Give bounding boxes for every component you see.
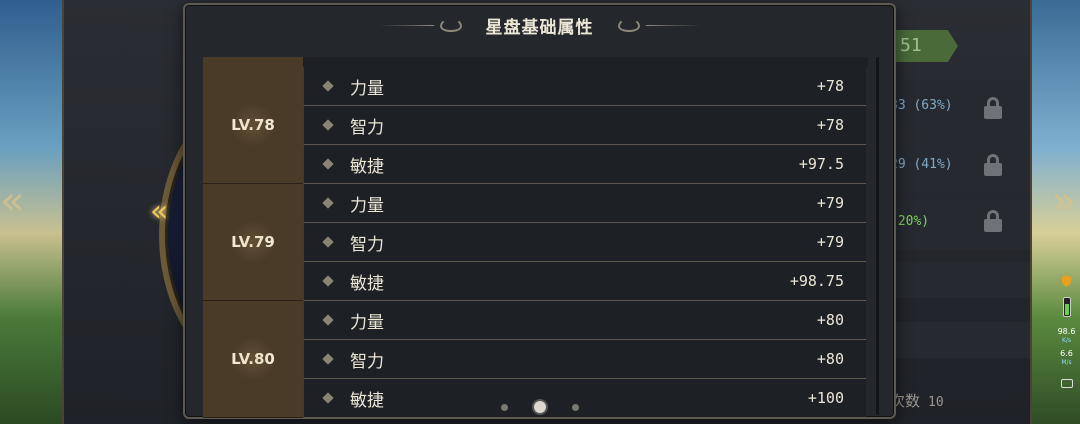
attribute-row: 力量 +78 xyxy=(303,67,866,106)
page-dot-active[interactable] xyxy=(533,401,546,413)
page-indicator xyxy=(185,401,894,413)
attribute-row: 力量 +79 xyxy=(303,184,866,223)
diamond-icon xyxy=(322,275,334,287)
ornament-icon xyxy=(439,18,462,32)
attributes-table[interactable]: LV.78 力量 +78 智力 +78 敏捷 +97.5 LV.79 力量 +79 智力… xyxy=(203,67,868,424)
diamond-icon xyxy=(322,353,334,365)
lock-icon xyxy=(984,210,1002,232)
attribute-row: 力量 +80 xyxy=(303,301,866,340)
dialog-header: 星盘基础属性 xyxy=(185,5,894,45)
level-tag: 51 xyxy=(890,30,958,62)
decor-line xyxy=(645,24,701,26)
diamond-icon xyxy=(322,236,334,248)
device-status: 98.6 K/s 6.6 M/s xyxy=(1053,275,1080,388)
attribute-row: 智力 +79 xyxy=(303,223,866,262)
stat-row-bg xyxy=(890,322,1030,358)
shield-icon xyxy=(1061,275,1072,287)
attribute-row: 智力 +80 xyxy=(303,340,866,379)
dialog-title: 星盘基础属性 xyxy=(485,17,594,38)
stat-row-2: 29 (41%) xyxy=(890,157,953,172)
page-dot[interactable] xyxy=(500,403,508,411)
network-speed: 98.6 K/s 6.6 M/s xyxy=(1057,327,1076,366)
table-top-strip xyxy=(203,57,868,67)
page-dot[interactable] xyxy=(571,403,579,411)
stat-row-3: (20%) xyxy=(890,214,930,229)
level-block: LV.79 力量 +79 智力 +79 敏捷 +98.75 xyxy=(203,184,868,301)
lock-icon xyxy=(984,154,1002,176)
ornament-icon xyxy=(617,18,640,32)
decor-line xyxy=(378,24,434,26)
diamond-icon xyxy=(322,158,334,170)
level-label: LV.78 xyxy=(203,67,303,184)
lock-icon xyxy=(984,97,1002,119)
attribute-row: 敏捷 +97.5 xyxy=(303,145,866,184)
diamond-icon xyxy=(322,197,334,209)
diamond-icon xyxy=(322,80,334,92)
scrollbar[interactable] xyxy=(876,57,879,415)
prev-arrow-icon[interactable]: « xyxy=(150,194,169,229)
attribute-row: 智力 +78 xyxy=(303,106,866,145)
stat-row-1: 33 (63%) xyxy=(890,98,953,113)
count-label: 次数 10 xyxy=(890,392,944,410)
level-label: LV.79 xyxy=(203,184,303,301)
battery-icon xyxy=(1062,297,1071,317)
background-scene-left xyxy=(0,0,70,424)
background-right-column: 51 33 (63%) 29 (41%) (20%) 次数 10 xyxy=(890,0,1030,424)
diamond-icon xyxy=(322,119,334,131)
diamond-icon xyxy=(322,314,334,326)
attribute-row: 敏捷 +98.75 xyxy=(303,262,866,301)
page-prev-arrow-icon[interactable]: « xyxy=(0,178,25,224)
screenshot-icon[interactable] xyxy=(1060,379,1073,388)
attributes-dialog: 星盘基础属性 LV.78 力量 +78 智力 +78 敏捷 +97.5 LV.79 力… xyxy=(183,3,896,419)
level-block: LV.78 力量 +78 智力 +78 敏捷 +97.5 xyxy=(203,67,868,184)
stat-row-bg xyxy=(890,262,1030,298)
page-next-arrow-icon[interactable]: » xyxy=(1052,178,1077,224)
